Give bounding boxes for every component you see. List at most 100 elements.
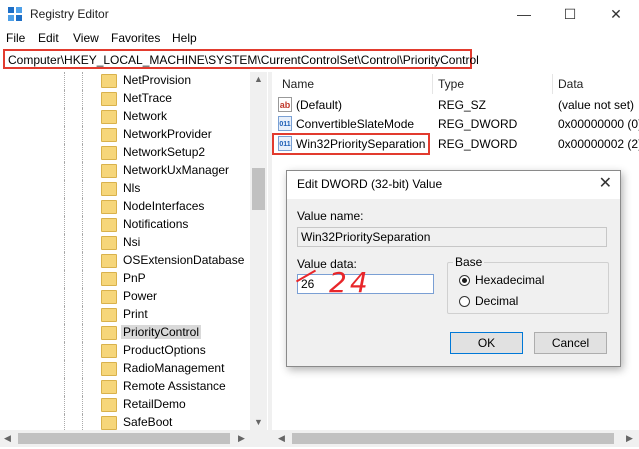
tree-item-label: NetTrace	[123, 91, 172, 105]
tree-hscroll-thumb[interactable]	[18, 433, 230, 444]
handwritten-annotation: 24	[329, 266, 371, 299]
folder-icon	[101, 308, 117, 322]
tree-item-label: NetworkSetup2	[123, 145, 206, 159]
tree-vertical-scrollbar[interactable]: ▲ ▼	[250, 72, 267, 430]
folder-icon	[101, 164, 117, 178]
tree-item[interactable]: ›RadioManagement	[0, 360, 268, 378]
folder-icon	[101, 380, 117, 394]
address-bar[interactable]: Computer\HKEY_LOCAL_MACHINE\SYSTEM\Curre…	[3, 49, 479, 69]
tree-item[interactable]: ›Network	[0, 108, 268, 126]
folder-icon	[101, 272, 117, 286]
folder-icon	[101, 290, 117, 304]
column-divider[interactable]	[432, 74, 433, 94]
tree-item[interactable]: ›Nls	[0, 180, 268, 198]
decimal-radio[interactable]	[459, 296, 470, 307]
value-name: ConvertibleSlateMode	[296, 117, 415, 131]
tree-item-label: Nsi	[123, 235, 141, 249]
tree-item-label: RadioManagement	[123, 361, 225, 375]
tree-item[interactable]: ›SafeBoot	[0, 414, 268, 430]
value-name: (Default)	[296, 98, 343, 112]
tree-item-selected[interactable]: PriorityControl	[0, 324, 268, 342]
menu-favorites[interactable]: Favorites	[111, 31, 160, 45]
scroll-left-icon[interactable]: ◀	[4, 433, 11, 444]
tree-item[interactable]: NetworkSetup2	[0, 144, 268, 162]
address-path: Computer\HKEY_LOCAL_MACHINE\SYSTEM\Curre…	[8, 53, 479, 67]
title-bar: Registry Editor — ☐ ✕	[0, 0, 639, 28]
base-group	[447, 262, 609, 314]
tree-item[interactable]: ›Print	[0, 306, 268, 324]
tree-item[interactable]: ›NetworkProvider	[0, 126, 268, 144]
folder-icon	[101, 74, 117, 88]
value-data-text: 26	[301, 277, 315, 291]
column-type[interactable]: Type	[438, 77, 464, 91]
registry-editor-icon	[8, 7, 22, 21]
dialog-title: Edit DWORD (32-bit) Value	[297, 177, 443, 191]
tree-scroll-thumb[interactable]	[252, 168, 265, 210]
scroll-right-icon[interactable]: ▶	[626, 433, 633, 444]
string-value-icon: ab	[278, 97, 292, 112]
edit-dword-dialog: Edit DWORD (32-bit) Value ✕ Value name: …	[286, 170, 621, 367]
decimal-label[interactable]: Decimal	[475, 294, 518, 308]
tree-item-label: Remote Assistance	[123, 379, 226, 393]
tree-item-label: SafeBoot	[123, 415, 173, 429]
tree-item-label: Print	[123, 307, 148, 321]
tree-item[interactable]: ›NetTrace	[0, 90, 268, 108]
folder-icon	[101, 146, 117, 160]
menu-view[interactable]: View	[73, 31, 99, 45]
tree-item[interactable]: ›Remote Assistance	[0, 378, 268, 396]
tree-item-label: RetailDemo	[123, 397, 186, 411]
tree-item[interactable]: ›NetProvision	[0, 72, 268, 90]
ok-button[interactable]: OK	[450, 332, 523, 354]
folder-icon	[101, 398, 117, 412]
folder-icon	[101, 254, 117, 268]
tree-item-label: OSExtensionDatabase	[123, 253, 245, 267]
list-item[interactable]: 011 ConvertibleSlateMode REG_DWORD 0x000…	[272, 115, 639, 134]
tree-item[interactable]: ProductOptions	[0, 342, 268, 360]
menu-edit[interactable]: Edit	[38, 31, 59, 45]
folder-icon	[101, 326, 117, 340]
column-divider[interactable]	[552, 74, 553, 94]
scroll-right-icon[interactable]: ▶	[238, 433, 245, 444]
column-data[interactable]: Data	[558, 77, 583, 91]
cancel-button[interactable]: Cancel	[534, 332, 607, 354]
folder-icon	[101, 92, 117, 106]
tree-item[interactable]: ›NetworkUxManager	[0, 162, 268, 180]
tree-item-label: PnP	[123, 271, 146, 285]
tree-item-label: Nls	[123, 181, 141, 195]
folder-icon	[101, 416, 117, 430]
key-tree: ›NetProvision ›NetTrace ›Network ›Networ…	[0, 72, 268, 430]
tree-item-label: Network	[123, 109, 168, 123]
tree-item-label: NodeInterfaces	[123, 199, 205, 213]
list-hscroll-thumb[interactable]	[292, 433, 614, 444]
hexadecimal-label[interactable]: Hexadecimal	[475, 273, 544, 287]
tree-item[interactable]: OSExtensionDatabase	[0, 252, 268, 270]
tree-item[interactable]: ›PnP	[0, 270, 268, 288]
tree-item-label: ProductOptions	[123, 343, 206, 357]
scroll-left-icon[interactable]: ◀	[278, 433, 285, 444]
list-header: Name Type Data	[272, 72, 639, 94]
folder-icon	[101, 182, 117, 196]
hexadecimal-radio[interactable]	[459, 275, 470, 286]
tree-item-label: NetworkUxManager	[123, 163, 230, 177]
tree-item[interactable]: ›Nsi	[0, 234, 268, 252]
scroll-down-icon[interactable]: ▼	[254, 417, 263, 427]
folder-icon	[101, 200, 117, 214]
value-type: REG_DWORD	[438, 117, 518, 131]
tree-item[interactable]: Notifications	[0, 216, 268, 234]
menu-help[interactable]: Help	[172, 31, 197, 45]
list-item[interactable]: ab (Default) REG_SZ (value not set)	[272, 96, 639, 115]
close-icon[interactable]: ✕	[593, 0, 639, 28]
minimize-icon[interactable]: —	[501, 0, 547, 28]
tree-item[interactable]: ›Power	[0, 288, 268, 306]
maximize-icon[interactable]: ☐	[547, 0, 593, 28]
tree-item[interactable]: ›RetailDemo	[0, 396, 268, 414]
column-name[interactable]: Name	[282, 77, 314, 91]
tree-item[interactable]: ›NodeInterfaces	[0, 198, 268, 216]
close-icon[interactable]: ✕	[599, 173, 612, 193]
value-data: 0x00000000 (0)	[558, 117, 639, 131]
value-type: REG_DWORD	[438, 137, 518, 151]
menu-file[interactable]: File	[6, 31, 25, 45]
value-data: 0x00000002 (2)	[558, 137, 639, 151]
folder-icon	[101, 344, 117, 358]
scroll-up-icon[interactable]: ▲	[254, 74, 263, 84]
